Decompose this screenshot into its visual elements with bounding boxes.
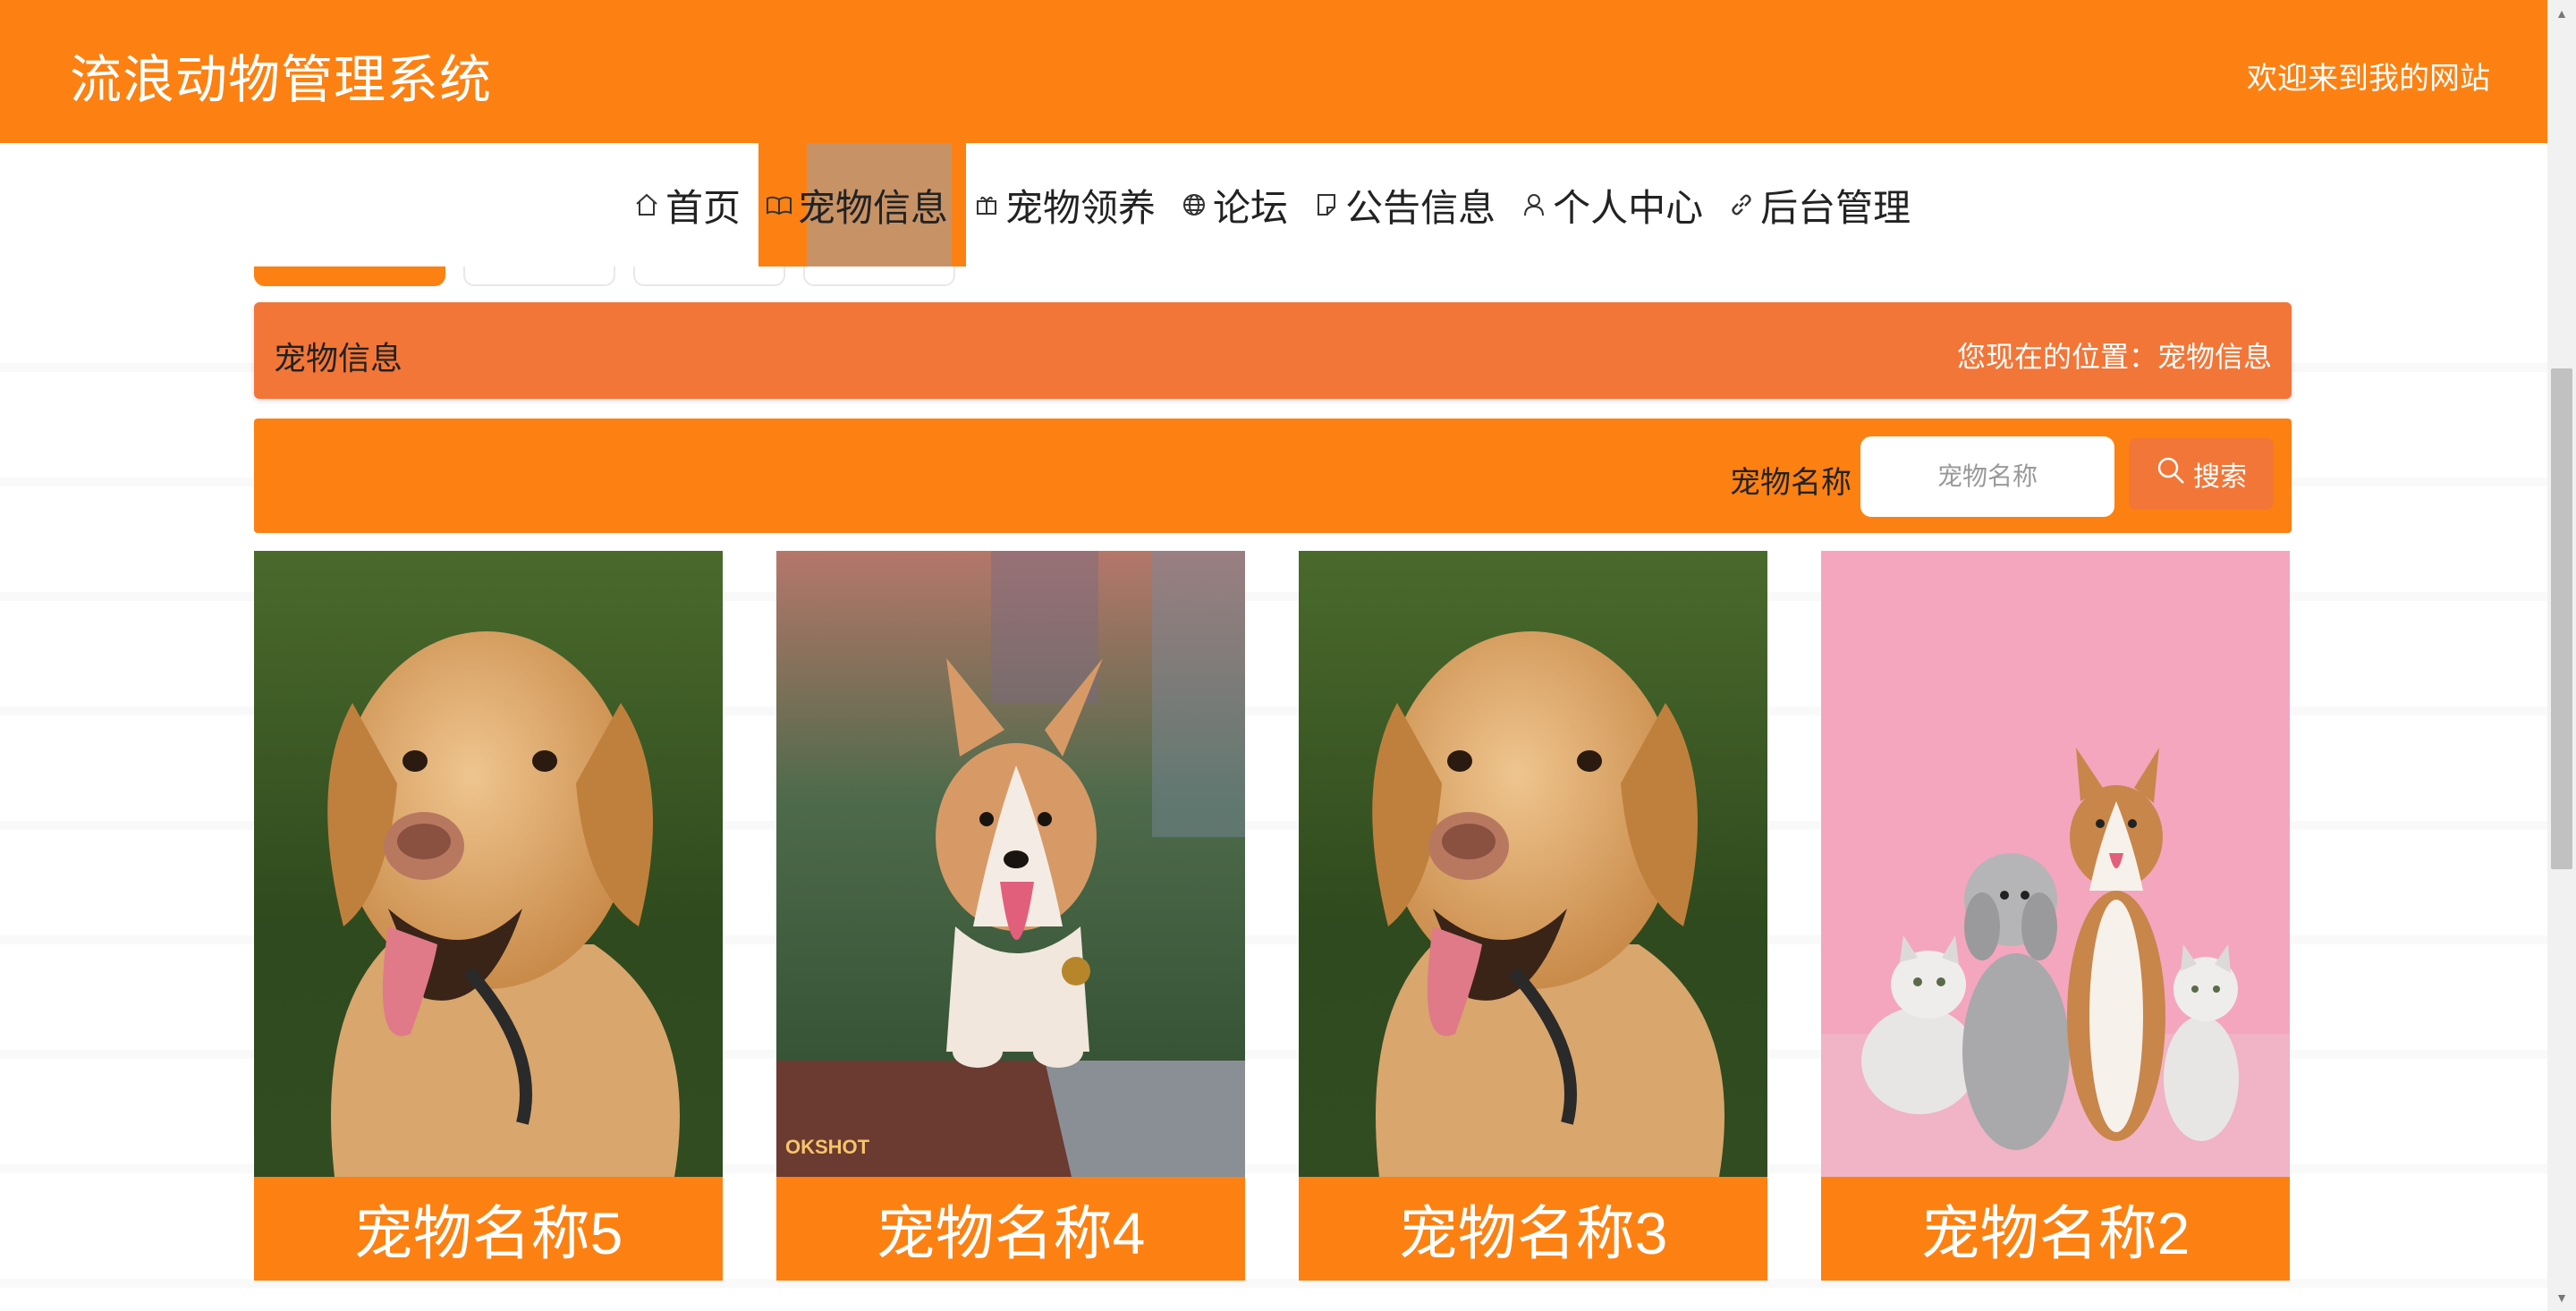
search-icon — [2156, 455, 2186, 493]
nav-label: 论坛 — [1213, 186, 1289, 229]
search-input[interactable] — [1860, 436, 2114, 517]
vertical-scrollbar[interactable]: ▲ ▼ — [2547, 0, 2576, 1311]
nav-item-forum[interactable]: 论坛 — [1174, 143, 1306, 266]
book-icon — [766, 191, 792, 218]
nav-item-home[interactable]: 首页 — [626, 143, 758, 266]
pet-name: 宠物名称3 — [1299, 1177, 1767, 1281]
breadcrumb-location: 您现在的位置：宠物信息 — [1956, 341, 2272, 373]
user-icon — [1521, 191, 1547, 218]
cats-and-dogs-photo[interactable] — [1821, 551, 2290, 1177]
pet-card[interactable]: OKSHOT 宠物名称4 — [776, 551, 1245, 1281]
home-icon — [633, 191, 660, 218]
pet-card-grid: 宠物名称5 OKSHOT 宠物名称4 宠物名称3 宠物名称2 — [254, 551, 2290, 1281]
scroll-down-arrow-icon[interactable]: ▼ — [2547, 1284, 2576, 1311]
pet-name: 宠物名称4 — [776, 1177, 1245, 1281]
site-header: 流浪动物管理系统 欢迎来到我的网站 — [0, 0, 2547, 143]
scroll-thumb[interactable] — [2551, 368, 2572, 869]
nav-item-profile[interactable]: 个人中心 — [1513, 143, 1721, 266]
search-button-label: 搜索 — [2193, 462, 2247, 492]
document-icon — [1313, 191, 1340, 218]
search-bar: 宠物名称 搜索 — [254, 419, 2292, 533]
nav-item-admin[interactable]: 后台管理 — [1721, 143, 1928, 266]
nav-label: 后台管理 — [1760, 186, 1911, 229]
pet-name: 宠物名称2 — [1821, 1177, 2290, 1281]
breadcrumb: 宠物信息 您现在的位置：宠物信息 — [254, 302, 2292, 399]
corgi-photo[interactable]: OKSHOT — [776, 551, 1245, 1177]
nav-label: 宠物信息 — [798, 186, 949, 229]
nav-label: 个人中心 — [1553, 186, 1704, 229]
gift-icon — [973, 191, 1000, 218]
globe-icon — [1181, 191, 1208, 218]
main-nav: 首页 宠物信息 宠物领养 论坛 公告信息 个人中心 后台管理 — [0, 143, 2547, 266]
nav-item-announcements[interactable]: 公告信息 — [1306, 143, 1513, 266]
search-button[interactable]: 搜索 — [2129, 438, 2274, 510]
nav-label: 公告信息 — [1345, 186, 1496, 229]
nav-label: 宠物领养 — [1005, 186, 1157, 229]
scroll-up-arrow-icon[interactable]: ▲ — [2547, 0, 2576, 27]
search-label: 宠物名称 — [1730, 466, 1852, 500]
welcome-text: 欢迎来到我的网站 — [2247, 62, 2490, 96]
nav-item-pet-info[interactable]: 宠物信息 — [758, 143, 967, 266]
pet-card[interactable]: 宠物名称5 — [254, 551, 723, 1281]
nav-label: 首页 — [665, 186, 741, 229]
nav-item-adoption[interactable]: 宠物领养 — [966, 143, 1174, 266]
golden-retriever-photo[interactable] — [1299, 551, 1767, 1177]
photo-watermark: OKSHOT — [785, 1136, 870, 1158]
page-title: 宠物信息 — [274, 340, 403, 376]
pet-card[interactable]: 宠物名称3 — [1299, 551, 1767, 1281]
link-icon — [1728, 191, 1755, 218]
pet-card[interactable]: 宠物名称2 — [1821, 551, 2290, 1281]
golden-retriever-photo[interactable] — [254, 551, 723, 1177]
site-title: 流浪动物管理系统 — [70, 51, 493, 109]
pet-name: 宠物名称5 — [254, 1177, 723, 1281]
